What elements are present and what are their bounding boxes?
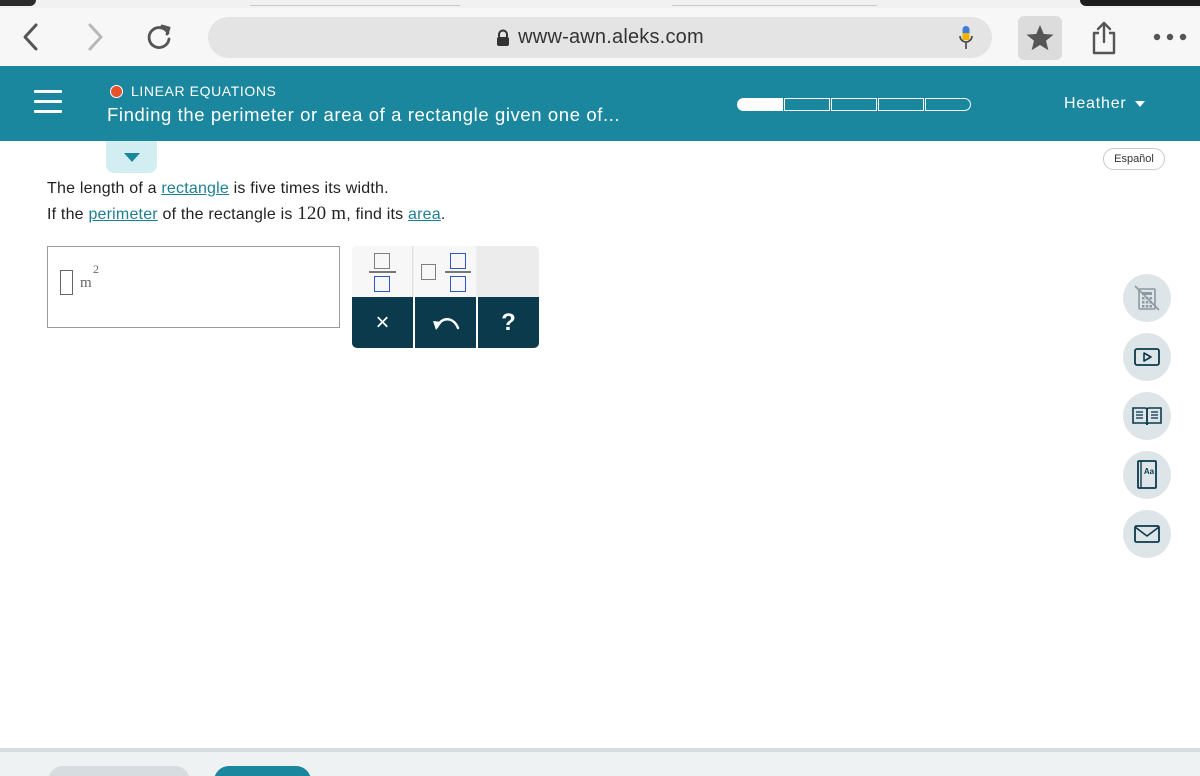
- answer-unit-exponent: 2: [93, 262, 99, 276]
- video-button[interactable]: [1123, 333, 1171, 381]
- progress-segment: [831, 98, 877, 111]
- caret-down-icon: [123, 152, 140, 162]
- mixed-whole-icon: [421, 264, 436, 280]
- problem-line-2: If the perimeter of the rectangle is 120…: [47, 201, 446, 227]
- problem-text: .: [440, 206, 446, 223]
- fraction-bar-icon: [445, 271, 471, 273]
- tab-edge: [672, 0, 877, 6]
- calculator-icon: [1134, 285, 1160, 311]
- back-button[interactable]: [16, 22, 46, 52]
- message-icon: [1134, 525, 1160, 543]
- progress-segment: [737, 98, 783, 111]
- share-button[interactable]: [1086, 18, 1122, 58]
- topic-label: LINEAR EQUATIONS: [131, 83, 277, 99]
- aleks-header: LINEAR EQUATIONS Finding the perimeter o…: [0, 66, 1200, 141]
- dictionary-icon: Aa: [1137, 460, 1157, 489]
- progress-segment: [878, 98, 924, 111]
- more-dots-icon: [1153, 33, 1187, 41]
- fraction-denominator-icon: [374, 276, 390, 292]
- reload-icon: [147, 24, 171, 49]
- ebook-button[interactable]: [1123, 392, 1171, 440]
- microphone-button[interactable]: [954, 17, 978, 58]
- check-button[interactable]: [214, 766, 311, 776]
- perimeter-link[interactable]: perimeter: [88, 206, 157, 223]
- tab-edge: [250, 0, 460, 6]
- topic-status-icon: [110, 84, 123, 98]
- rectangle-link[interactable]: rectangle: [161, 180, 229, 197]
- problem-text: If the: [47, 206, 89, 223]
- problem-text: , find its: [346, 206, 409, 223]
- ebook-icon: [1132, 407, 1162, 426]
- progress-segment: [784, 98, 830, 111]
- keypad-bottom-row: × ?: [352, 297, 539, 348]
- microphone-icon: [959, 25, 973, 49]
- user-menu[interactable]: Heather: [1064, 95, 1145, 113]
- problem-text: of the rectangle is: [157, 206, 298, 223]
- undo-icon: [432, 317, 459, 330]
- fraction-numerator-icon: [374, 253, 390, 269]
- clear-button[interactable]: ×: [352, 297, 413, 348]
- browser-toolbar: www-awn.aleks.com: [0, 8, 1200, 66]
- mixed-denominator-icon: [450, 276, 466, 292]
- perimeter-value: 120 m: [297, 203, 347, 224]
- user-name: Heather: [1064, 95, 1127, 112]
- progress-bar: [737, 98, 972, 111]
- forward-button[interactable]: [80, 22, 110, 52]
- collapse-header-toggle[interactable]: [106, 141, 157, 173]
- dictionary-button[interactable]: Aa: [1123, 451, 1171, 499]
- answer-input-area[interactable]: m 2: [47, 246, 340, 328]
- topic-row: LINEAR EQUATIONS: [110, 83, 276, 99]
- message-button[interactable]: [1123, 510, 1171, 558]
- footer-bar: [0, 748, 1200, 776]
- caret-down-icon: [1134, 101, 1145, 107]
- clear-icon: ×: [375, 308, 390, 336]
- address-bar[interactable]: www-awn.aleks.com: [208, 17, 992, 58]
- keypad-blank-key: [477, 246, 539, 297]
- bookmark-button[interactable]: [1018, 16, 1062, 60]
- help-button[interactable]: ?: [476, 297, 539, 348]
- chevron-right-icon: [88, 23, 103, 51]
- more-options-button[interactable]: [1148, 22, 1192, 52]
- problem-line-1: The length of a rectangle is five times …: [47, 176, 446, 201]
- tab-strip: [0, 0, 1200, 8]
- problem-text: The length of a: [47, 180, 162, 197]
- answer-unit: m: [80, 275, 92, 291]
- area-link[interactable]: area: [408, 206, 441, 223]
- fraction-bar-icon: [369, 271, 396, 273]
- explanation-button[interactable]: [48, 766, 190, 776]
- tab-edge-right: [1080, 0, 1200, 6]
- page-title: Finding the perimeter or area of a recta…: [107, 104, 621, 125]
- svg-text:Aa: Aa: [1144, 467, 1155, 476]
- problem-text: is five times its width.: [229, 180, 389, 197]
- reload-button[interactable]: [144, 22, 174, 52]
- star-icon: [1026, 25, 1054, 51]
- menu-icon[interactable]: [34, 90, 62, 114]
- video-icon: [1134, 348, 1160, 366]
- undo-button[interactable]: [413, 297, 476, 348]
- help-icon: ?: [501, 308, 516, 336]
- tab-edge-left: [0, 0, 36, 6]
- problem-statement: The length of a rectangle is five times …: [47, 176, 446, 227]
- math-keypad: × ?: [352, 246, 539, 348]
- calculator-button[interactable]: [1123, 274, 1171, 322]
- chevron-left-icon: [23, 23, 38, 51]
- url-text: www-awn.aleks.com: [518, 26, 704, 48]
- progress-segment: [925, 98, 971, 111]
- lock-icon: [497, 29, 510, 46]
- mixed-numerator-icon: [450, 253, 466, 269]
- fraction-button[interactable]: [352, 246, 413, 297]
- language-button[interactable]: Español: [1103, 148, 1165, 170]
- answer-input[interactable]: [60, 270, 73, 295]
- mixed-number-button[interactable]: [414, 246, 476, 297]
- share-icon: [1092, 21, 1116, 55]
